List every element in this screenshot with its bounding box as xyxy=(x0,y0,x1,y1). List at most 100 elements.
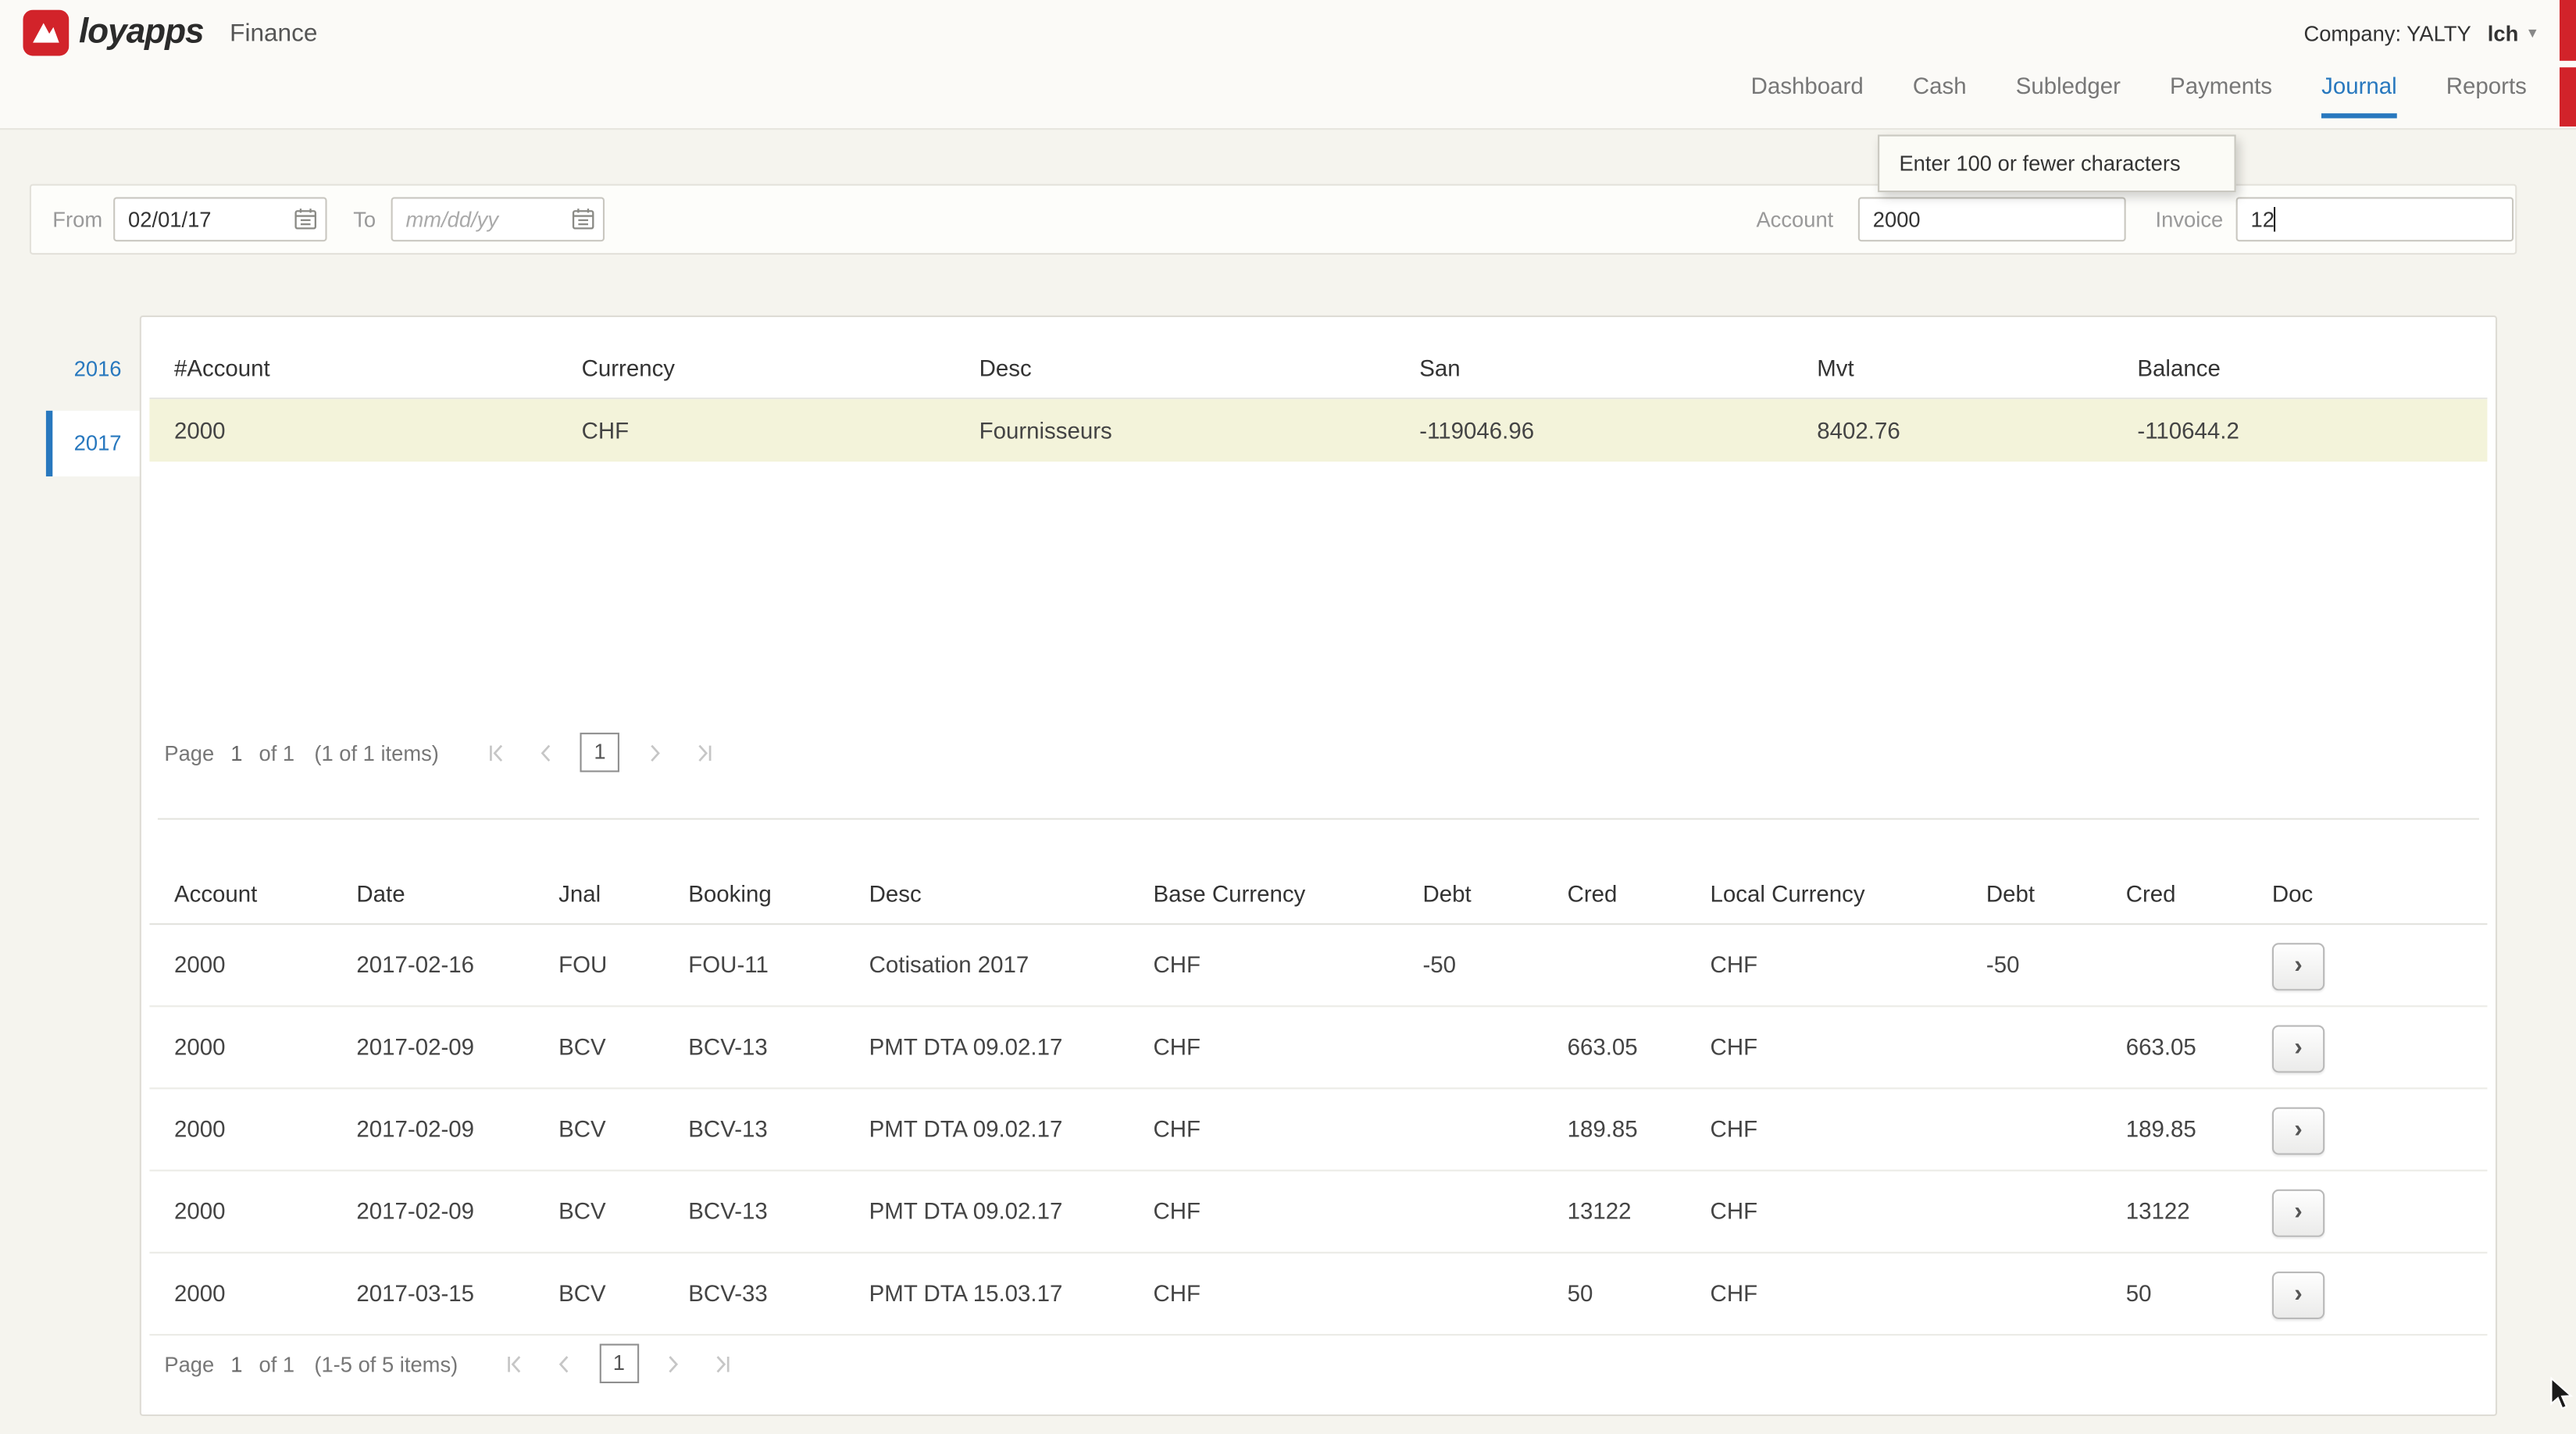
cell-account: 2000 xyxy=(149,1172,331,1252)
summary-cell-currency: CHF xyxy=(557,399,954,462)
detail-row[interactable]: 2000 2017-02-09 BCV BCV-13 PMT DTA 09.02… xyxy=(149,1172,2487,1254)
open-doc-button[interactable]: › xyxy=(2272,943,2324,990)
cell-doc: › xyxy=(2247,1172,2487,1252)
detail-header-cell: Debt xyxy=(1961,853,2101,923)
detail-header-cell: Jnal xyxy=(534,853,664,923)
cell-debt-local xyxy=(1961,1254,2101,1334)
open-doc-button[interactable]: › xyxy=(2272,1025,2324,1072)
summary-cell-mvt: 8402.76 xyxy=(1793,399,2113,462)
first-page-icon[interactable] xyxy=(482,737,512,767)
account-input[interactable] xyxy=(1858,197,2126,241)
cell-base-currency: CHF xyxy=(1129,1090,1398,1170)
invoice-label: Invoice xyxy=(2156,186,2224,253)
summary-header-cell: #Account xyxy=(149,338,557,398)
cell-cred-base: 50 xyxy=(1543,1254,1686,1334)
cell-debt-base xyxy=(1398,1172,1543,1252)
cell-debt-local: -50 xyxy=(1961,925,2101,1005)
last-page-icon[interactable] xyxy=(708,1349,737,1379)
summary-cell-balance: -110644.2 xyxy=(2113,399,2488,462)
detail-header-row: AccountDateJnalBookingDescBase CurrencyD… xyxy=(149,853,2487,926)
cell-date: 2017-02-09 xyxy=(332,1090,534,1170)
cell-local-currency: CHF xyxy=(1686,1254,1961,1334)
page-1-button[interactable]: 1 xyxy=(580,733,619,772)
company-label: Company: YALTY xyxy=(2303,20,2471,45)
summary-cell-san: -119046.96 xyxy=(1395,399,1793,462)
summary-table: #AccountCurrencyDescSanMvtBalance 2000 C… xyxy=(149,338,2487,462)
detail-row[interactable]: 2000 2017-02-09 BCV BCV-13 PMT DTA 09.02… xyxy=(149,1090,2487,1172)
first-page-icon[interactable] xyxy=(501,1349,530,1379)
scrollbar-thumb-red[interactable] xyxy=(2560,0,2576,61)
year-tabs: 2016 2017 xyxy=(46,337,140,476)
open-doc-button[interactable]: › xyxy=(2272,1190,2324,1237)
cell-date: 2017-02-09 xyxy=(332,1172,534,1252)
cell-base-currency: CHF xyxy=(1129,925,1398,1005)
cell-doc: › xyxy=(2247,1090,2487,1170)
prev-page-icon[interactable] xyxy=(550,1349,580,1379)
page: loyapps Finance Company: YALTY lch ▾ Das… xyxy=(0,0,2576,1434)
to-input-wrap xyxy=(391,197,605,241)
from-input-wrap xyxy=(113,197,326,241)
open-doc-button[interactable]: › xyxy=(2272,1108,2324,1155)
cell-cred-base xyxy=(1543,925,1686,1005)
nav-reports[interactable]: Reports xyxy=(2446,73,2527,119)
main-nav: Dashboard Cash Subledger Payments Journa… xyxy=(1751,73,2527,119)
cell-desc: PMT DTA 09.02.17 xyxy=(844,1007,1129,1087)
cell-local-currency: CHF xyxy=(1686,1090,1961,1170)
account-menu[interactable]: Company: YALTY lch ▾ xyxy=(2303,0,2536,66)
detail-pager: Page 1 of 1 (1-5 of 5 items) 1 xyxy=(164,1339,757,1388)
year-tab-2017[interactable]: 2017 xyxy=(46,411,140,476)
page-of: of 1 xyxy=(259,1351,295,1376)
detail-header-cell: Base Currency xyxy=(1129,853,1398,923)
next-page-icon[interactable] xyxy=(658,1349,688,1379)
cell-local-currency: CHF xyxy=(1686,925,1961,1005)
open-doc-button[interactable]: › xyxy=(2272,1272,2324,1319)
cell-booking: BCV-13 xyxy=(664,1007,844,1087)
detail-row[interactable]: 2000 2017-03-15 BCV BCV-33 PMT DTA 15.03… xyxy=(149,1254,2487,1336)
summary-header-cell: Desc xyxy=(954,338,1395,398)
cell-debt-local xyxy=(1961,1172,2101,1252)
cell-desc: PMT DTA 09.02.17 xyxy=(844,1090,1129,1170)
logo-wordmark: loyapps xyxy=(79,13,204,52)
summary-cell-account: 2000 xyxy=(149,399,557,462)
detail-header-cell: Doc xyxy=(2247,853,2487,923)
cell-doc: › xyxy=(2247,925,2487,1005)
nav-cash[interactable]: Cash xyxy=(1913,73,1967,119)
prev-page-icon[interactable] xyxy=(531,737,561,767)
cell-debt-local xyxy=(1961,1090,2101,1170)
calendar-icon[interactable] xyxy=(294,207,316,238)
next-page-icon[interactable] xyxy=(640,737,669,767)
detail-header-cell: Local Currency xyxy=(1686,853,1961,923)
calendar-icon[interactable] xyxy=(572,207,594,238)
cell-debt-base xyxy=(1398,1090,1543,1170)
cell-desc: PMT DTA 15.03.17 xyxy=(844,1254,1129,1334)
summary-header-row: #AccountCurrencyDescSanMvtBalance xyxy=(149,338,2487,399)
detail-row[interactable]: 2000 2017-02-16 FOU FOU-11 Cotisation 20… xyxy=(149,925,2487,1007)
cell-cred-base: 663.05 xyxy=(1543,1007,1686,1087)
cell-cred-local: 13122 xyxy=(2101,1172,2247,1252)
page-number: 1 xyxy=(230,740,242,765)
journal-panel: #AccountCurrencyDescSanMvtBalance 2000 C… xyxy=(140,316,2497,1416)
cell-doc: › xyxy=(2247,1007,2487,1087)
nav-subledger[interactable]: Subledger xyxy=(2016,73,2121,119)
cell-cred-local: 189.85 xyxy=(2101,1090,2247,1170)
cell-desc: PMT DTA 09.02.17 xyxy=(844,1172,1129,1252)
cell-base-currency: CHF xyxy=(1129,1172,1398,1252)
last-page-icon[interactable] xyxy=(689,737,719,767)
scrollbar-thumb-red-2[interactable] xyxy=(2560,67,2576,127)
page-1-button[interactable]: 1 xyxy=(599,1344,638,1383)
summary-pager: Page 1 of 1 (1 of 1 items) 1 xyxy=(164,728,737,777)
summary-row[interactable]: 2000 CHF Fournisseurs -119046.96 8402.76… xyxy=(149,399,2487,462)
loyapps-logo-icon xyxy=(23,10,69,56)
year-tab-2016[interactable]: 2016 xyxy=(46,337,140,402)
nav-dashboard[interactable]: Dashboard xyxy=(1751,73,1864,119)
nav-journal[interactable]: Journal xyxy=(2321,73,2397,119)
section-divider xyxy=(158,818,2479,819)
text-caret xyxy=(2274,207,2275,232)
detail-row[interactable]: 2000 2017-02-09 BCV BCV-13 PMT DTA 09.02… xyxy=(149,1007,2487,1089)
page-word: Page xyxy=(164,740,214,765)
cell-jnal: BCV xyxy=(534,1172,664,1252)
nav-payments[interactable]: Payments xyxy=(2170,73,2272,119)
invoice-input[interactable] xyxy=(2236,197,2514,241)
detail-header-cell: Account xyxy=(149,853,331,923)
summary-cell-desc: Fournisseurs xyxy=(954,399,1395,462)
